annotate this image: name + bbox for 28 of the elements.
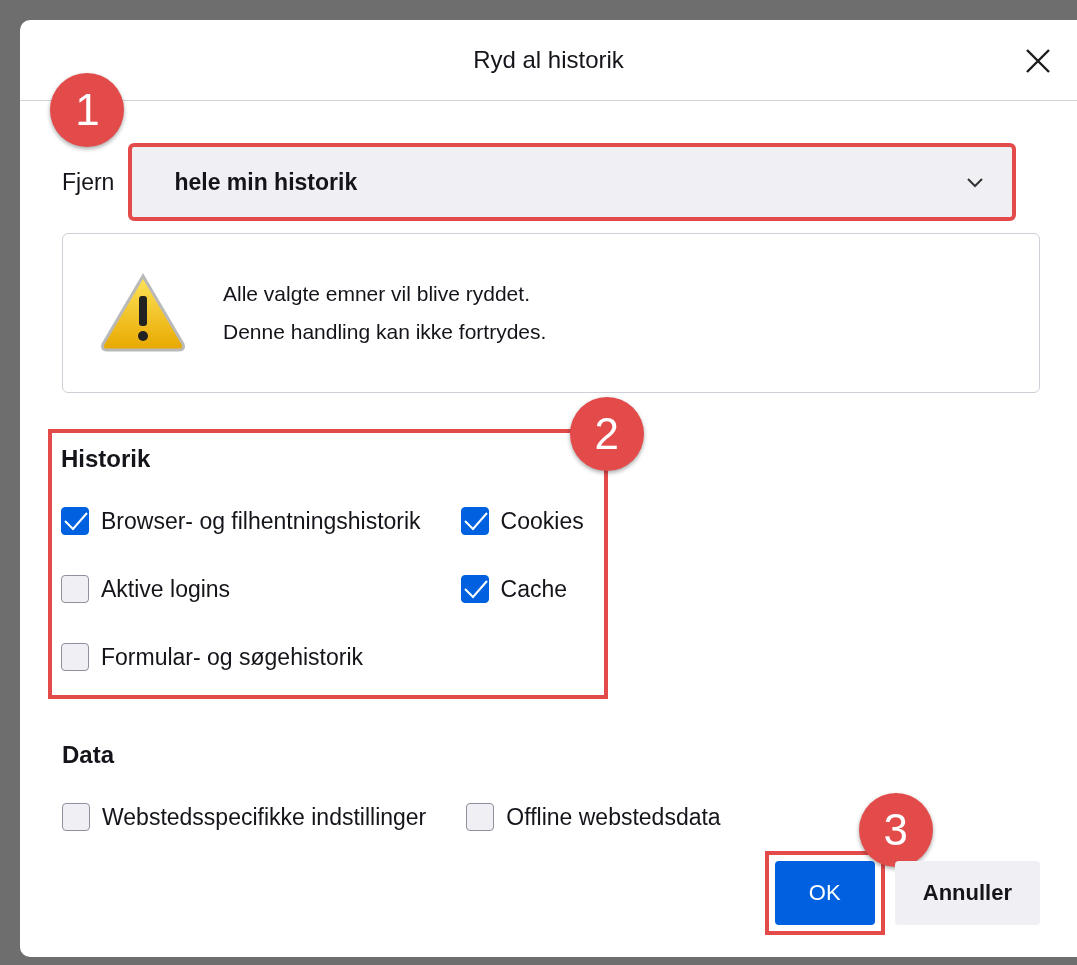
checkbox-option[interactable]: Webstedsspecifikke indstillinger [62, 783, 427, 851]
checkbox-option[interactable]: Formular- og søgehistorik [61, 623, 421, 691]
checkbox[interactable] [61, 643, 89, 671]
checkbox[interactable] [62, 803, 90, 831]
checkbox[interactable] [460, 575, 489, 603]
callout-badge: 1 [50, 73, 125, 147]
checkbox-option[interactable]: Browser- og filhentningshistorik [61, 487, 421, 555]
dialog-title: Ryd al historik [473, 46, 624, 74]
checkbox[interactable] [466, 803, 495, 831]
checkbox-option[interactable]: Cookies [460, 487, 584, 555]
section-heading: Data [62, 741, 116, 769]
caret-icon [966, 176, 984, 188]
checkbox[interactable] [61, 507, 89, 535]
callout-badge: 3 [858, 793, 933, 867]
checkbox-option[interactable]: Offline webstedsdata [466, 783, 721, 851]
checkbox[interactable] [460, 507, 489, 535]
ok-button[interactable]: OK [774, 861, 875, 925]
checkbox-option[interactable]: Cache [460, 555, 584, 623]
checkbox[interactable] [61, 575, 89, 603]
warning-text: Denne handling kan ikke fortrydes. [223, 320, 547, 344]
callout-badge: 2 [569, 397, 644, 471]
cancel-button[interactable]: Annuller [894, 861, 1040, 925]
warning-icon [99, 272, 187, 354]
section-heading: Historik [61, 445, 152, 473]
checkbox-option[interactable]: Aktive logins [61, 555, 421, 623]
close-icon [1025, 48, 1051, 74]
warning-text: Alle valgte emner vil blive ryddet. [223, 282, 531, 306]
field-label: Fjern [62, 168, 115, 196]
